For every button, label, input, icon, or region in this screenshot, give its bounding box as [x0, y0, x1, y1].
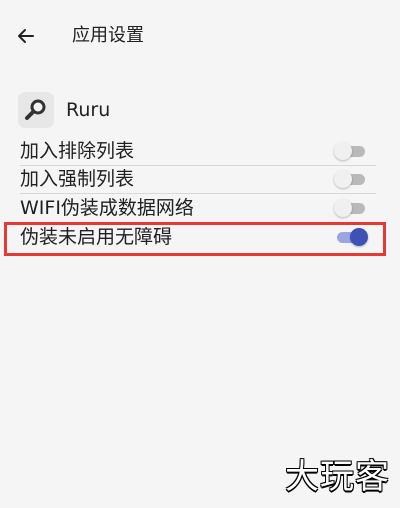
toggle-thumb — [334, 170, 352, 188]
setting-row-force-list: 加入强制列表 — [0, 164, 400, 194]
back-button[interactable] — [12, 22, 40, 50]
toggle-thumb — [334, 142, 352, 160]
app-icon — [18, 92, 54, 128]
exclude-list-toggle[interactable] — [334, 141, 368, 161]
search-icon — [25, 99, 46, 120]
app-header: Ruru — [18, 92, 110, 128]
highlight-box — [4, 222, 386, 256]
watermark: 大玩客 — [285, 457, 390, 497]
arrow-left-icon — [18, 29, 34, 43]
toggle-thumb — [334, 199, 352, 217]
setting-row-wifi-disguise: WIFI伪装成数据网络 — [0, 193, 400, 223]
app-bar: 应用设置 — [0, 0, 400, 70]
setting-row-exclude-list: 加入排除列表 — [0, 136, 400, 166]
force-list-toggle[interactable] — [334, 169, 368, 189]
wifi-disguise-toggle[interactable] — [334, 198, 368, 218]
page-title: 应用设置 — [72, 25, 144, 46]
setting-label: 加入强制列表 — [20, 168, 135, 190]
setting-label: WIFI伪装成数据网络 — [20, 197, 194, 219]
app-name: Ruru — [66, 99, 111, 121]
setting-label: 加入排除列表 — [20, 140, 135, 162]
